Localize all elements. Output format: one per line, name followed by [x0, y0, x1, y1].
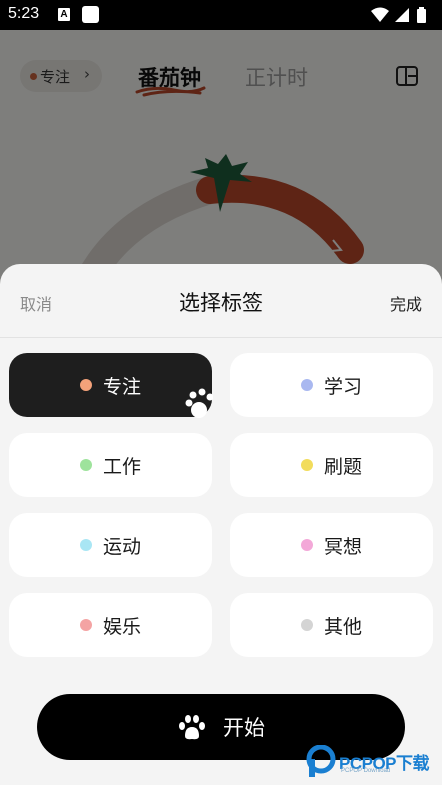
tag-option-practice[interactable]: 刷题	[230, 433, 433, 497]
battery-icon	[417, 9, 426, 23]
status-icons	[370, 6, 434, 28]
tag-option-meditation[interactable]: 冥想	[230, 513, 433, 577]
tag-color-dot	[300, 459, 313, 471]
notification-square-icon	[82, 6, 99, 23]
tag-option-label: 专注	[102, 375, 141, 398]
tag-color-dot	[79, 459, 92, 471]
tag-color-dot	[300, 539, 313, 551]
tag-option-focus[interactable]: 专注	[9, 353, 213, 418]
tag-option-other[interactable]: 其他	[230, 593, 433, 657]
watermark: PCPOP下载 PCPOP Download	[305, 745, 442, 781]
tag-color-dot	[300, 379, 313, 391]
status-time: 5:23	[8, 5, 40, 22]
tag-option-label: 工作	[102, 455, 141, 478]
done-button[interactable]: 完成	[390, 291, 422, 315]
notification-a-icon: A	[58, 8, 70, 21]
tag-option-label: 运动	[102, 535, 141, 558]
select-tag-sheet: 取消 选择标签 完成 专注 学习 工作 刷题 运动 冥想 娱乐 其他 开始	[0, 264, 442, 785]
tag-color-dot	[79, 619, 92, 631]
tag-option-label: 刷题	[323, 455, 362, 478]
start-button-label: 开始	[223, 716, 265, 740]
tag-option-label: 学习	[323, 375, 362, 398]
tag-color-dot	[79, 379, 92, 391]
tag-option-work[interactable]: 工作	[9, 433, 212, 497]
watermark-subtext: PCPOP Download	[341, 768, 391, 774]
tag-option-label: 娱乐	[102, 615, 141, 638]
tag-option-label: 其他	[323, 615, 362, 638]
tag-option-label: 冥想	[323, 535, 362, 558]
tag-option-entertainment[interactable]: 娱乐	[9, 593, 212, 657]
sheet-title: 选择标签	[179, 291, 263, 315]
status-bar: 5:23 A	[0, 0, 442, 30]
paw-icon	[185, 388, 213, 418]
tag-color-dot	[300, 619, 313, 631]
watermark-logo-icon	[306, 745, 336, 777]
tag-option-study[interactable]: 学习	[230, 353, 433, 417]
sheet-header: 取消 选择标签 完成	[0, 264, 442, 338]
paw-icon	[179, 715, 205, 740]
tag-color-dot	[79, 539, 92, 551]
signal-icon	[395, 8, 409, 22]
tag-option-exercise[interactable]: 运动	[9, 513, 212, 577]
wifi-icon	[371, 7, 389, 22]
